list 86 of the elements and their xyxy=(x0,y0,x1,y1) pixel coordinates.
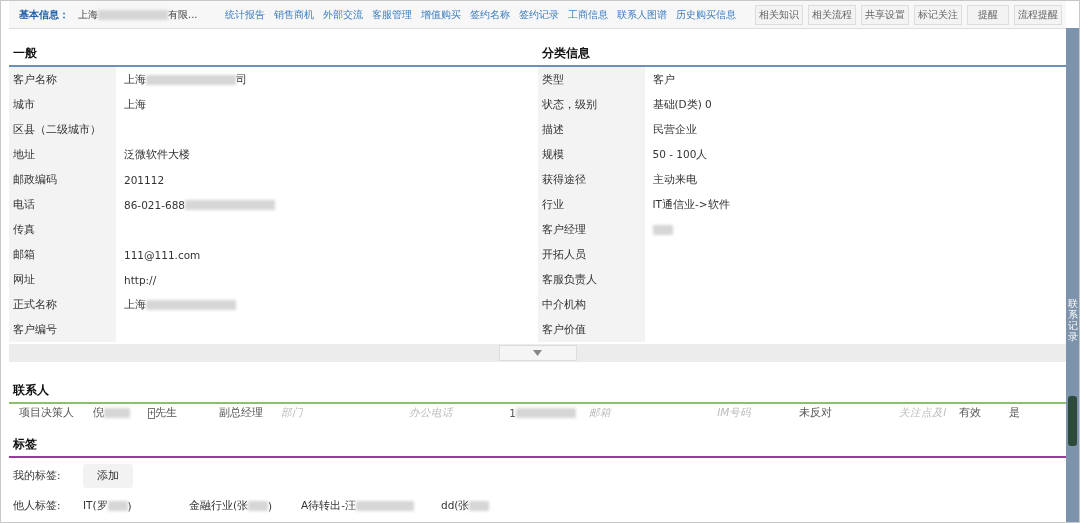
toolbar-button[interactable]: 提醒 xyxy=(967,4,1009,25)
nav-link[interactable]: 联系人图谱 xyxy=(616,7,667,22)
field-value: 上海 司 xyxy=(123,71,248,87)
field-value: 主动来电 xyxy=(651,171,698,187)
tag: IT(罗 ) xyxy=(83,499,189,513)
field-value: 201112 xyxy=(123,172,166,188)
redacted-mark xyxy=(104,408,130,418)
collapse-button[interactable] xyxy=(498,345,577,361)
field-label: 行业 xyxy=(537,192,645,217)
contact-position: 副总经理 xyxy=(219,406,265,420)
nav-link[interactable]: 销售商机 xyxy=(273,7,314,22)
field-label: 类型 xyxy=(537,67,645,92)
field-value: IT通信业->软件 xyxy=(651,196,731,212)
field-label: 城市 xyxy=(9,92,116,117)
side-tab[interactable]: 联系记录 xyxy=(1067,298,1078,342)
field-value: 86-021-688 xyxy=(116,192,538,217)
tag-label: 他人标签: xyxy=(13,499,62,513)
scroll-thumb[interactable] xyxy=(1068,396,1077,446)
contact-value: 未反对 xyxy=(799,406,834,420)
header-label: 基本信息： xyxy=(19,7,69,22)
add-tag-button[interactable]: 添加 xyxy=(83,464,133,488)
section-title: 标签 xyxy=(12,436,38,453)
toolbar-button[interactable]: 相关知识 xyxy=(755,4,803,25)
contact-value: 有效 xyxy=(959,406,983,420)
redacted-mark xyxy=(107,501,128,511)
field-value: 基础(D类) 0 xyxy=(651,96,713,112)
field-label: 客户名称 xyxy=(9,67,116,92)
contact-role: 项目决策人 xyxy=(19,406,75,420)
tag: dd(张 xyxy=(441,499,521,513)
field-value: 上海 xyxy=(123,96,147,112)
field-label: 邮箱 xyxy=(9,242,116,267)
redacted-mark xyxy=(469,501,490,511)
field-label: 区县（二级城市） xyxy=(9,117,116,142)
nav-link[interactable]: 客服管理 xyxy=(371,7,412,22)
field-label: 客户编号 xyxy=(9,317,116,342)
toolbar-button[interactable]: 流程提醒 xyxy=(1014,4,1062,25)
contact-name: 倪 xyxy=(93,406,145,420)
contact-value: 是 xyxy=(1009,406,1022,420)
field-value: 民营企业 xyxy=(651,121,698,137)
redacted-mark xyxy=(356,501,414,511)
redacted-mark xyxy=(98,9,168,20)
field-label: 描述 xyxy=(537,117,645,142)
field-label: 正式名称 xyxy=(9,292,116,317)
nav-link[interactable]: 签约记录 xyxy=(518,7,559,22)
field-label: 网址 xyxy=(9,267,116,292)
nav-link[interactable]: 工商信息 xyxy=(567,7,608,22)
tag: 金融行业(张 ) xyxy=(189,499,301,513)
field-label: 中介机构 xyxy=(537,292,645,317)
field-label: 客户经理 xyxy=(537,217,645,242)
customer-name: 上海 有限... xyxy=(78,7,198,22)
field-label: 地址 xyxy=(9,142,116,167)
field-label: 客户价值 xyxy=(537,317,645,342)
toolbar-button[interactable]: 标记关注 xyxy=(914,4,962,25)
field-value: 客户 xyxy=(651,71,676,87)
field-label: 状态，级别 xyxy=(537,92,645,117)
nav-link[interactable]: 签约名称 xyxy=(469,7,510,22)
caret-icon xyxy=(533,350,542,356)
field-label: 传真 xyxy=(9,217,116,242)
toolbar-button[interactable]: 共享设置 xyxy=(861,4,909,25)
toolbar-button[interactable]: 相关流程 xyxy=(808,4,856,25)
redacted-mark xyxy=(652,224,673,235)
redacted-mark xyxy=(248,501,269,511)
section-title: 联系人 xyxy=(11,382,50,399)
field-value: 111@111.com xyxy=(123,247,202,263)
field-value: 泛微软件大楼 xyxy=(123,146,191,162)
field-label: 客服负责人 xyxy=(537,267,645,292)
field-value: 上海 xyxy=(116,292,538,317)
nav-link[interactable]: 外部交流 xyxy=(322,7,363,22)
field-value: http:// xyxy=(123,272,158,288)
nav-link[interactable]: 统计报告 xyxy=(224,7,265,22)
nav-link[interactable]: 增值购买 xyxy=(420,7,461,22)
tag-label: 我的标签: xyxy=(13,469,62,483)
nav-link[interactable]: 历史购买信息 xyxy=(675,7,736,22)
section-title: 分类信息 xyxy=(540,45,591,62)
section-title: 一般 xyxy=(12,45,38,62)
add-button[interactable]: + xyxy=(148,407,156,419)
field-label: 开拓人员 xyxy=(537,242,645,267)
field-label: 电话 xyxy=(9,192,116,217)
field-label: 邮政编码 xyxy=(9,167,116,192)
contact-value: 1 xyxy=(509,407,590,419)
field-label: 规模 xyxy=(537,142,645,167)
redacted-mark xyxy=(515,408,576,418)
tag: A待转出-汪 xyxy=(301,499,441,513)
contact-title: 先生 xyxy=(155,406,179,420)
field-value: 50 - 100人 xyxy=(651,146,709,162)
field-label: 获得途径 xyxy=(537,167,645,192)
